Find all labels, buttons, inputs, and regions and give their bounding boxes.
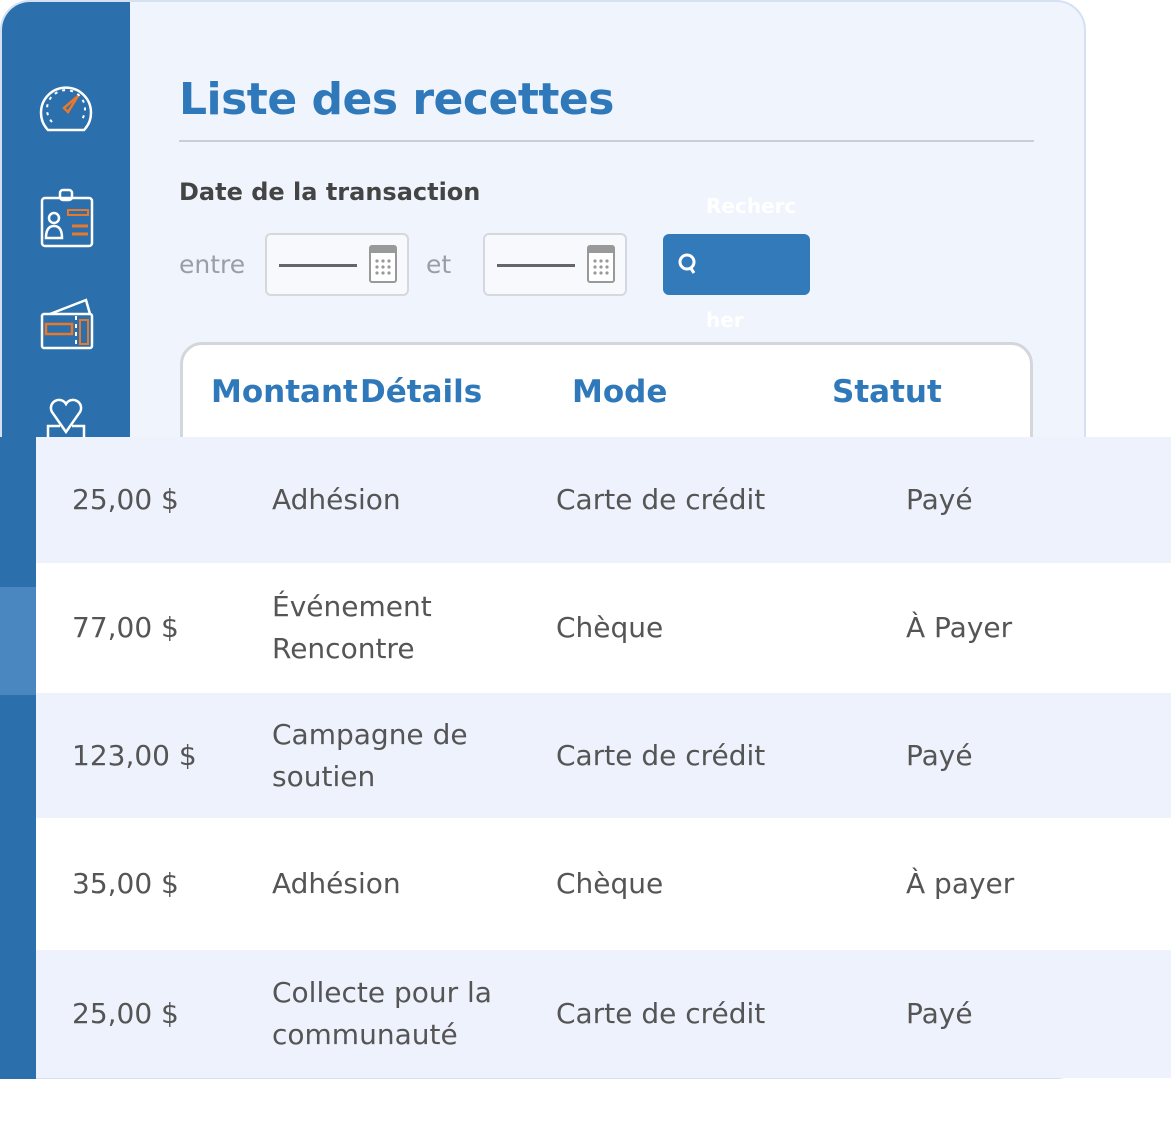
cell-amount: 25,00 $ (72, 483, 179, 516)
cell-amount: 35,00 $ (72, 867, 179, 900)
transactions-table: 25,00 $ Adhésion Carte de crédit Payé 77,00 … (36, 437, 1171, 1078)
cell-status: À Payer (906, 611, 1013, 644)
cell-amount: 123,00 $ (72, 738, 197, 772)
cell-mode: Chèque (556, 867, 664, 900)
cell-details: Campagne de soutien (272, 717, 468, 793)
cell-status: Payé (906, 483, 973, 516)
end-date-input[interactable] (483, 233, 627, 296)
date-filter-label: Date de la transaction (179, 178, 481, 206)
dashboard-gauge-icon[interactable] (38, 72, 94, 136)
cell-mode: Chèque (556, 611, 664, 644)
search-button-label: Recherc (706, 194, 797, 218)
header-status[interactable]: Statut (832, 374, 942, 410)
calendar-icon[interactable] (587, 245, 615, 283)
cell-mode: Carte de crédit (556, 738, 766, 772)
and-label: et (426, 250, 452, 279)
sidebar-strip (0, 437, 36, 1079)
cell-details: Collecte pour la communauté (272, 976, 492, 1051)
cell-status: Payé (906, 738, 973, 772)
cell-details: Adhésion (272, 867, 401, 900)
search-icon (678, 253, 696, 274)
search-button[interactable] (663, 234, 810, 295)
cell-status: Payé (906, 997, 973, 1030)
header-mode[interactable]: Mode (572, 374, 667, 410)
table-row[interactable]: 77,00 $ Événement Rencontre Chèque À Payer (36, 563, 1171, 693)
cell-amount: 25,00 $ (72, 997, 179, 1030)
cell-mode: Carte de crédit (556, 483, 766, 516)
cell-amount: 77,00 $ (72, 611, 179, 644)
cell-details: Événement Rencontre (272, 590, 432, 665)
calendar-icon[interactable] (369, 245, 397, 283)
table-row[interactable]: 35,00 $ Adhésion Chèque À payer (36, 818, 1171, 950)
table-row[interactable]: 25,00 $ Collecte pour la communauté Carte … (36, 950, 1171, 1078)
start-date-input[interactable] (265, 233, 409, 296)
page-title: Liste des recettes (179, 74, 614, 125)
cell-status: À payer (906, 867, 1015, 900)
header-amount[interactable]: Montant (211, 374, 358, 410)
cell-details: Adhésion (272, 483, 401, 516)
sidebar-active-indicator (0, 587, 36, 695)
member-id-card-icon[interactable] (38, 188, 94, 252)
table-row[interactable]: 123,00 $ Campagne de soutien Carte de créd… (36, 693, 1171, 818)
ticket-icon[interactable] (38, 292, 94, 356)
search-button-label-overflow: her (706, 308, 744, 332)
between-label: entre (179, 250, 246, 279)
table-row[interactable]: 25,00 $ Adhésion Carte de crédit Payé (36, 437, 1171, 563)
cell-mode: Carte de crédit (556, 997, 766, 1030)
divider (179, 140, 1034, 142)
header-details[interactable]: Détails (360, 374, 482, 410)
